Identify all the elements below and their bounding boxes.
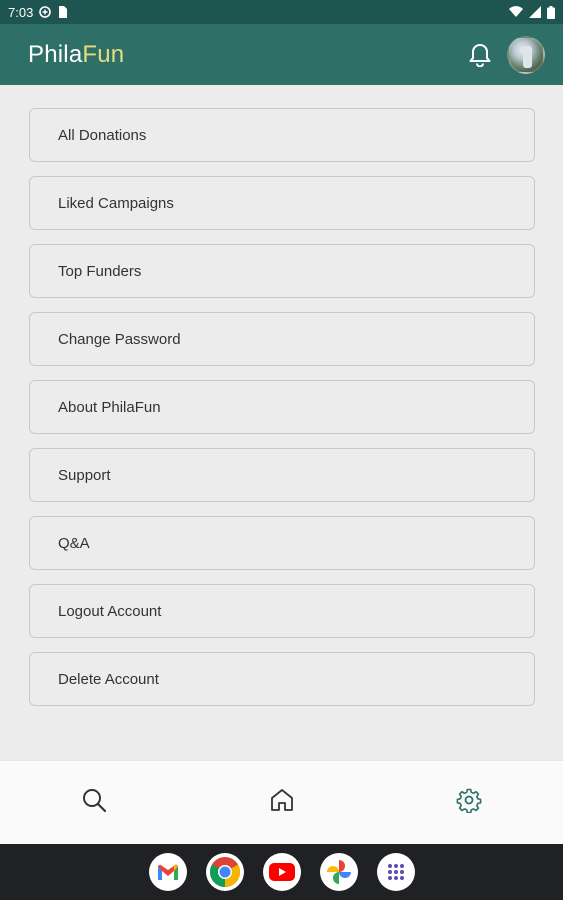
menu-item-qa[interactable]: Q&A [29,516,535,570]
status-time: 7:03 [8,4,34,20]
menu-item-all-donations[interactable]: All Donations [29,108,535,162]
app-title-accent: Fun [82,40,125,68]
menu-item-delete-account[interactable]: Delete Account [29,652,535,706]
wifi-icon [509,6,523,18]
menu-item-label: Liked Campaigns [58,194,174,212]
status-bar: 7:03 [0,0,563,24]
menu-item-label: All Donations [58,126,147,144]
data-saver-icon [39,6,52,18]
menu-item-label: Change Password [58,330,181,348]
menu-item-label: Q&A [58,534,90,552]
menu-item-label: Delete Account [58,670,159,688]
menu-item-label: Support [58,466,111,484]
bottom-navigation [0,760,563,844]
nav-home[interactable] [188,761,376,844]
youtube-icon[interactable] [262,853,301,891]
home-icon [269,787,295,818]
app-bar: PhilaFun [0,24,563,85]
user-avatar[interactable] [507,35,545,74]
nav-settings[interactable] [375,761,563,844]
signal-icon [529,6,541,18]
menu-item-support[interactable]: Support [29,448,535,502]
app-title: PhilaFun [28,41,124,69]
app-drawer-icon[interactable] [376,853,415,891]
search-icon [81,787,107,818]
sim-card-icon [57,6,68,18]
menu-item-label: Top Funders [58,262,142,280]
chrome-icon[interactable] [205,853,244,891]
app-title-primary: Phila [28,40,83,68]
battery-icon [547,5,555,19]
menu-item-logout[interactable]: Logout Account [29,584,535,638]
menu-item-change-password[interactable]: Change Password [29,312,535,366]
menu-item-label: About PhilaFun [58,398,161,416]
settings-menu: All Donations Liked Campaigns Top Funder… [29,108,535,706]
menu-item-liked-campaigns[interactable]: Liked Campaigns [29,176,535,230]
system-dock [0,844,563,900]
menu-item-label: Logout Account [58,602,162,620]
nav-search[interactable] [0,761,188,844]
menu-item-top-funders[interactable]: Top Funders [29,244,535,298]
photos-icon[interactable] [319,853,358,891]
menu-item-about[interactable]: About PhilaFun [29,380,535,434]
settings-gear-icon [456,787,482,818]
notifications-bell-icon[interactable] [467,42,493,68]
gmail-icon[interactable] [148,853,187,891]
